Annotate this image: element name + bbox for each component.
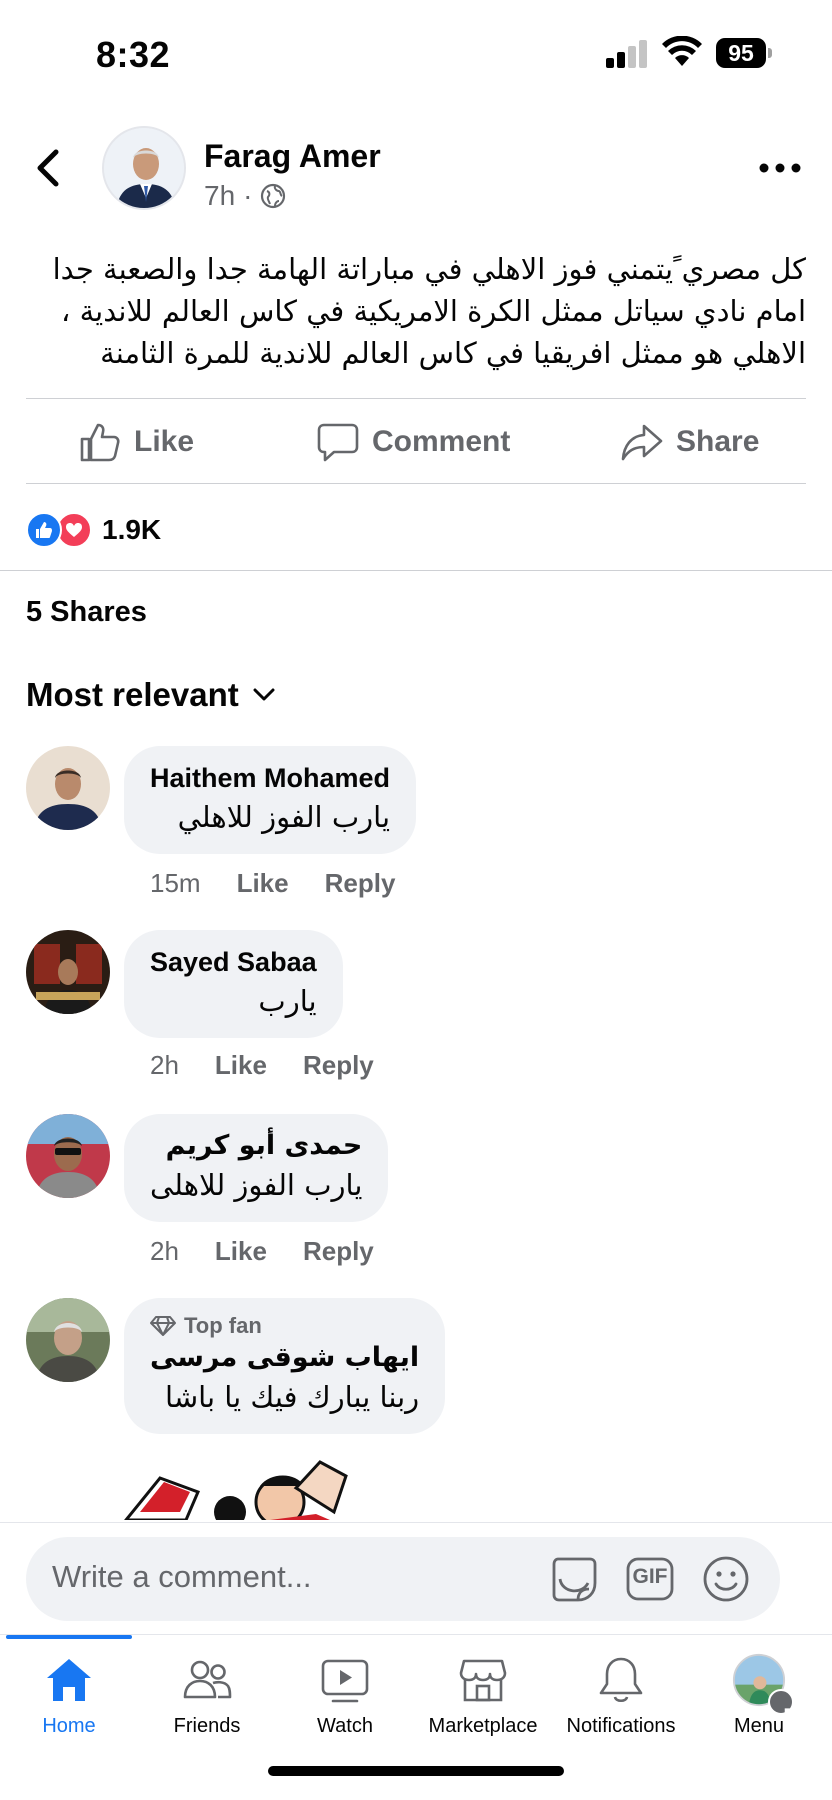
- sort-label: Most relevant: [26, 676, 239, 713]
- comment-like-button[interactable]: Like: [215, 1236, 267, 1267]
- comment-text: يارب الفوز للاهلي: [177, 800, 391, 834]
- post-text: كل مصري ًيتمني فوز الاهلي في مباراتة اله…: [26, 248, 806, 374]
- comment-actions: 15m Like Reply: [150, 868, 395, 899]
- comment-time: 15m: [150, 868, 201, 898]
- like-label: Like: [134, 425, 195, 458]
- nav-home[interactable]: Home: [0, 1653, 138, 1753]
- nav-friends[interactable]: Friends: [138, 1653, 276, 1753]
- comment-bubble[interactable]: Haithem Mohamed يارب الفوز للاهلي: [124, 746, 417, 854]
- nav-notifications-label: Notifications: [566, 1715, 676, 1737]
- commenter-name[interactable]: حمدى أبو كريم: [150, 1128, 363, 1164]
- comment-reply-button[interactable]: Reply: [303, 1236, 374, 1267]
- gif-icon[interactable]: GIF: [624, 1553, 676, 1605]
- comment-actions: 2h Like Reply: [150, 1236, 374, 1267]
- post-action-bar: Like Comment Share: [0, 400, 832, 484]
- marketplace-icon: [459, 1659, 507, 1702]
- back-arrow-icon[interactable]: [28, 144, 72, 192]
- comment-bubble[interactable]: Top fan ايهاب شوقى مرسى ربنا يبارك فيك ي…: [124, 1298, 446, 1434]
- watch-icon: [321, 1659, 369, 1703]
- sticker-icon[interactable]: [548, 1553, 600, 1605]
- nav-watch-label: Watch: [317, 1715, 373, 1737]
- comment-sort-dropdown[interactable]: Most relevant: [26, 676, 275, 714]
- comment-input[interactable]: Write a comment... GIF: [26, 1537, 780, 1621]
- post-meta: 7h ·: [204, 180, 286, 212]
- gif-label: GIF: [632, 1565, 668, 1588]
- share-arrow-icon: [621, 424, 663, 461]
- post-text-line: امام نادي سياتل ممثل الكرة الامريكية في …: [61, 294, 806, 328]
- status-time: 8:32: [96, 34, 171, 75]
- comment-button[interactable]: Comment: [316, 418, 510, 466]
- comment-composer-bar: Write a comment... GIF: [0, 1522, 832, 1634]
- comment-like-button[interactable]: Like: [215, 1050, 267, 1081]
- commenter-name[interactable]: ايهاب شوقى مرسى: [150, 1340, 419, 1376]
- nav-menu[interactable]: Menu: [690, 1653, 828, 1753]
- comment-like-button[interactable]: Like: [237, 868, 289, 899]
- commenter-name[interactable]: Sayed Sabaa: [150, 944, 317, 980]
- divider: [26, 398, 806, 399]
- more-dots-icon[interactable]: [756, 156, 804, 180]
- comment-time: 2h: [150, 1050, 179, 1080]
- comment-bubble[interactable]: حمدى أبو كريم يارب الفوز للاهلى: [124, 1114, 389, 1222]
- share-button[interactable]: Share: [620, 418, 759, 466]
- speech-bubble-icon: [317, 423, 359, 462]
- comment-reply-button[interactable]: Reply: [325, 868, 396, 899]
- home-indicator: [268, 1766, 564, 1776]
- comment-label: Comment: [372, 425, 511, 458]
- smiley-icon[interactable]: [700, 1553, 752, 1605]
- cellular-signal-icon: [606, 40, 648, 68]
- commenter-avatar[interactable]: [26, 1114, 110, 1198]
- like-reaction-icon: [26, 512, 62, 548]
- author-avatar[interactable]: [102, 126, 186, 210]
- sticker-image: [124, 1460, 348, 1520]
- nav-marketplace[interactable]: Marketplace: [414, 1653, 552, 1753]
- menu-lines-icon: [768, 1689, 810, 1728]
- diamond-icon: [150, 1316, 176, 1336]
- nav-watch[interactable]: Watch: [276, 1653, 414, 1753]
- comment-actions: 2h Like Reply: [150, 1050, 374, 1081]
- battery-icon: 95: [716, 38, 772, 70]
- commenter-name[interactable]: Haithem Mohamed: [150, 760, 390, 796]
- reaction-count: 1.9K: [102, 514, 162, 545]
- commenter-avatar[interactable]: [26, 930, 110, 1014]
- home-icon: [47, 1659, 91, 1701]
- divider: [26, 483, 806, 484]
- shares-count[interactable]: 5 Shares: [26, 596, 147, 629]
- bell-icon: [599, 1657, 643, 1703]
- comment-text: يارب: [258, 984, 317, 1018]
- top-fan-label: Top fan: [184, 1313, 262, 1338]
- meta-separator: ·: [243, 180, 253, 211]
- status-bar: 8:32 95: [0, 0, 832, 110]
- active-tab-indicator: [6, 1635, 132, 1639]
- top-fan-badge: Top fan: [150, 1312, 419, 1340]
- author-name[interactable]: Farag Amer: [204, 138, 381, 175]
- comment-time: 2h: [150, 1236, 179, 1266]
- comment-bubble[interactable]: Sayed Sabaa يارب: [124, 930, 343, 1038]
- comment-input-placeholder: Write a comment...: [52, 1559, 312, 1594]
- reactions-summary[interactable]: 1.9K: [26, 510, 161, 550]
- commenter-avatar[interactable]: [26, 1298, 110, 1382]
- nav-marketplace-label: Marketplace: [428, 1715, 538, 1737]
- globe-icon: [261, 183, 286, 209]
- share-label: Share: [676, 425, 760, 458]
- post-time: 7h: [204, 180, 236, 211]
- nav-friends-label: Friends: [173, 1715, 241, 1737]
- chevron-down-icon: [253, 688, 275, 701]
- wifi-icon: [662, 36, 702, 66]
- profile-avatar: [730, 1653, 810, 1728]
- like-button[interactable]: Like: [78, 418, 194, 466]
- post-text-line: كل مصري ًيتمني فوز الاهلي في مباراتة اله…: [52, 252, 806, 286]
- nav-home-label: Home: [42, 1715, 96, 1737]
- comment-text: ربنا يبارك فيك يا باشا: [165, 1380, 420, 1414]
- comment-reply-button[interactable]: Reply: [303, 1050, 374, 1081]
- post-text-line: الاهلي هو ممثل افريقيا في كاس العالم للا…: [100, 336, 806, 370]
- nav-notifications[interactable]: Notifications: [552, 1653, 690, 1753]
- thumbs-up-icon: [80, 423, 120, 462]
- friends-icon: [183, 1660, 232, 1699]
- comment-text: يارب الفوز للاهلى: [150, 1168, 363, 1202]
- divider: [0, 570, 832, 571]
- battery-level: 95: [716, 38, 766, 68]
- commenter-avatar[interactable]: [26, 746, 110, 830]
